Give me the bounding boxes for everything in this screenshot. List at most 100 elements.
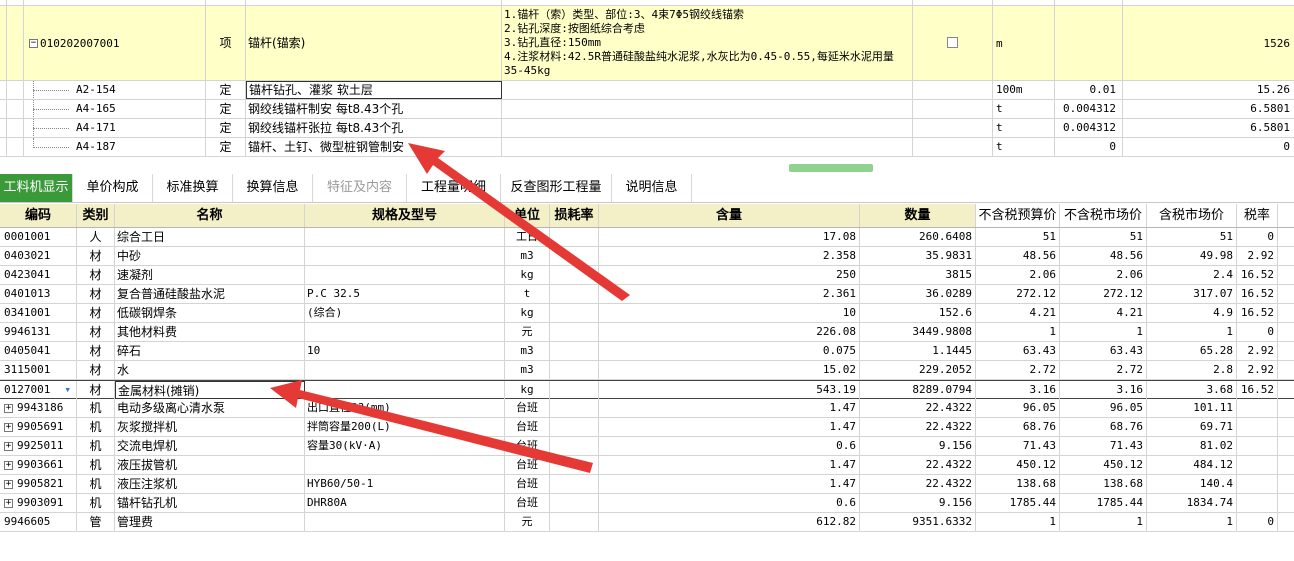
resource-category[interactable]: 人	[77, 228, 115, 246]
resource-quantity[interactable]: 3815	[860, 266, 976, 284]
resource-code[interactable]: 0405041	[0, 342, 77, 360]
tab-unit-price-composition[interactable]: 单价构成	[73, 174, 153, 202]
resource-extra[interactable]	[1278, 494, 1294, 512]
resource-price-excl-market[interactable]: 1785.44	[1060, 494, 1147, 512]
tab-labor-material-machine[interactable]: 工料机显示	[0, 174, 73, 202]
col-header-tax-rate[interactable]: 税率	[1237, 204, 1278, 227]
resource-name[interactable]: 交流电焊机	[115, 437, 305, 455]
tab-conversion-info[interactable]: 换算信息	[233, 174, 313, 202]
col-header-loss-rate[interactable]: 损耗率	[550, 204, 599, 227]
resource-quantity[interactable]: 35.9831	[860, 247, 976, 265]
resource-tax-rate[interactable]: 16.52	[1237, 285, 1278, 303]
resource-loss-rate[interactable]	[550, 285, 599, 303]
resource-price-incl-market[interactable]: 49.98	[1147, 247, 1237, 265]
resource-content[interactable]: 17.08	[599, 228, 860, 246]
item-name[interactable]: 锚杆(锚索)	[246, 6, 502, 80]
resource-unit[interactable]: m3	[505, 247, 550, 265]
resource-tax-rate[interactable]	[1237, 475, 1278, 493]
table-row[interactable]: 9946131 材其他材料费元 226.08 3449.9808 1 1 1 0	[0, 323, 1294, 342]
resource-content[interactable]: 250	[599, 266, 860, 284]
resource-spec[interactable]: DHR80A	[305, 494, 505, 512]
item-features[interactable]: 1.锚杆（索）类型、部位:3、4束7Φ5钢绞线锚索 2.钻孔深度:按图纸综合考虑…	[502, 6, 913, 80]
resource-loss-rate[interactable]	[550, 266, 599, 284]
resource-content[interactable]: 543.19	[599, 381, 860, 399]
resource-unit[interactable]: 台班	[505, 437, 550, 455]
resource-tax-rate[interactable]: 2.92	[1237, 361, 1278, 379]
resource-tax-rate[interactable]: 0	[1237, 228, 1278, 246]
resource-spec[interactable]	[305, 247, 505, 265]
resource-price-incl-market[interactable]: 81.02	[1147, 437, 1237, 455]
col-header-quantity[interactable]: 数量	[860, 204, 976, 227]
resource-content[interactable]: 1.47	[599, 475, 860, 493]
resource-code[interactable]: 9946605	[0, 513, 77, 531]
resource-price-excl-market[interactable]: 138.68	[1060, 475, 1147, 493]
resource-extra[interactable]	[1278, 399, 1294, 417]
resource-category[interactable]: 材	[77, 247, 115, 265]
resource-price-excl-market[interactable]: 68.76	[1060, 418, 1147, 436]
resource-tax-rate[interactable]	[1237, 494, 1278, 512]
quota-row[interactable]: A4-165 定 钢绞线锚杆制安 每t8.43个孔 t 0.004312 6.5…	[0, 100, 1294, 119]
resource-price-excl-budget[interactable]: 450.12	[976, 456, 1060, 474]
resource-price-incl-market[interactable]: 101.11	[1147, 399, 1237, 417]
table-row[interactable]: +9905691 机灰浆搅拌机 拌筒容量200(L) 台班 1.47 22.4322 68.…	[0, 418, 1294, 437]
resource-quantity[interactable]: 229.2052	[860, 361, 976, 379]
resource-code[interactable]: +9925011	[0, 437, 77, 455]
resource-spec[interactable]: HYB60/50-1	[305, 475, 505, 493]
table-row[interactable]: 3115001 材水 m3 15.02 229.2052 2.72 2.72 2.8 2.92	[0, 361, 1294, 380]
resource-unit[interactable]: 台班	[505, 456, 550, 474]
plus-box-icon[interactable]: +	[4, 460, 13, 470]
resource-quantity[interactable]: 260.6408	[860, 228, 976, 246]
resource-price-excl-market[interactable]: 51	[1060, 228, 1147, 246]
resource-loss-rate[interactable]	[550, 304, 599, 322]
resource-price-excl-market[interactable]: 272.12	[1060, 285, 1147, 303]
resource-price-excl-budget[interactable]: 4.21	[976, 304, 1060, 322]
resource-name[interactable]: 速凝剂	[115, 266, 305, 284]
resource-code[interactable]: 0403021	[0, 247, 77, 265]
resource-price-excl-market[interactable]: 71.43	[1060, 437, 1147, 455]
quota-row[interactable]: A2-154 定 锚杆钻孔、灌浆 软土层 100m 0.01 15.26	[0, 81, 1294, 100]
plus-box-icon[interactable]: +	[4, 403, 13, 413]
resource-price-excl-budget[interactable]: 96.05	[976, 399, 1060, 417]
resource-price-excl-market[interactable]: 2.72	[1060, 361, 1147, 379]
item-checkbox[interactable]	[947, 37, 958, 48]
resource-price-incl-market[interactable]: 2.8	[1147, 361, 1237, 379]
plus-box-icon[interactable]: +	[4, 422, 13, 432]
resource-price-excl-budget[interactable]: 68.76	[976, 418, 1060, 436]
resource-quantity[interactable]: 9351.6332	[860, 513, 976, 531]
resource-unit[interactable]: m3	[505, 361, 550, 379]
resource-content[interactable]: 0.6	[599, 494, 860, 512]
resource-tax-rate[interactable]: 0	[1237, 323, 1278, 341]
resource-quantity[interactable]: 1.1445	[860, 342, 976, 360]
resource-category[interactable]: 管	[77, 513, 115, 531]
col-header-content[interactable]: 含量	[599, 204, 860, 227]
resource-name[interactable]: 中砂	[115, 247, 305, 265]
plus-box-icon[interactable]: +	[4, 498, 13, 508]
resource-price-incl-market[interactable]: 69.71	[1147, 418, 1237, 436]
resource-category[interactable]: 机	[77, 418, 115, 436]
resource-spec[interactable]	[305, 266, 505, 284]
resource-tax-rate[interactable]	[1237, 437, 1278, 455]
resource-name[interactable]: 电动多级离心清水泵	[115, 399, 305, 417]
col-header-category[interactable]: 类别	[77, 204, 115, 227]
resource-unit[interactable]: t	[505, 285, 550, 303]
resource-price-excl-market[interactable]: 1	[1060, 513, 1147, 531]
col-header-spec[interactable]: 规格及型号	[305, 204, 505, 227]
table-row[interactable]: 0341001 材低碳钢焊条 (综合) kg 10 152.6 4.21 4.21 4.9 16.…	[0, 304, 1294, 323]
item-row-main[interactable]: − 010202007001 项 锚杆(锚索) 1.锚杆（索）类型、部位:3、4…	[0, 6, 1294, 81]
table-row[interactable]: +9943186 机电动多级离心清水泵 出口直径??(mm) 台班 1.47 22.432…	[0, 399, 1294, 418]
resource-quantity[interactable]: 22.4322	[860, 475, 976, 493]
tab-reverse-check-quantity[interactable]: 反查图形工程量	[501, 174, 612, 202]
resource-content[interactable]: 0.6	[599, 437, 860, 455]
resource-loss-rate[interactable]	[550, 228, 599, 246]
tab-quantity-details[interactable]: 工程量明细	[407, 174, 501, 202]
resource-name[interactable]: 复合普通硅酸盐水泥	[115, 285, 305, 303]
resource-price-excl-budget[interactable]: 1	[976, 513, 1060, 531]
resource-extra[interactable]	[1278, 285, 1294, 303]
resource-price-incl-market[interactable]: 1	[1147, 513, 1237, 531]
table-row[interactable]: +9905821 机液压注浆机 HYB60/50-1 台班 1.47 22.4322 138…	[0, 475, 1294, 494]
quota-row[interactable]: A4-187 定 锚杆、土钉、微型桩钢管制安 t 0 0	[0, 138, 1294, 157]
resource-loss-rate[interactable]	[550, 381, 599, 399]
resource-unit[interactable]: m3	[505, 342, 550, 360]
resource-code[interactable]: +9905691	[0, 418, 77, 436]
resource-name[interactable]: 水	[115, 361, 305, 379]
